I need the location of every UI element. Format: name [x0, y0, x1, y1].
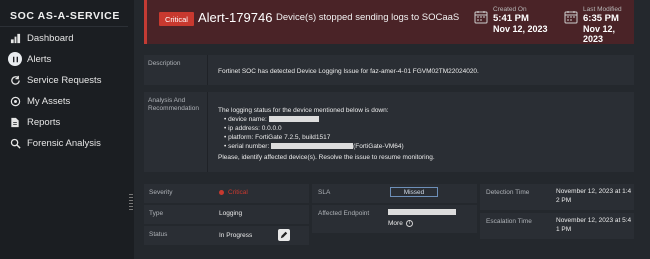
sidebar: SOC AS-A-SERVICE Dashboard Alerts Servic…: [0, 0, 128, 259]
created-on: Created On 5:41 PM Nov 12, 2023: [474, 6, 548, 38]
alert-id: Alert-179746: [198, 10, 273, 25]
modified-time: 6:35 PM: [583, 13, 619, 24]
info-icon: i: [405, 219, 413, 227]
document-icon: [8, 115, 22, 129]
sidebar-item-forensic-analysis[interactable]: Forensic Analysis: [0, 133, 128, 153]
sidebar-item-reports[interactable]: Reports: [0, 112, 128, 132]
device-info-list: device name: ip address: 0.0.0.0 platfor…: [224, 115, 435, 151]
status-label: Status: [149, 231, 168, 238]
escalation-time-label: Escalation Time: [486, 218, 532, 225]
sidebar-item-my-assets[interactable]: My Assets: [0, 91, 128, 111]
sidebar-item-alerts[interactable]: Alerts: [0, 49, 128, 69]
modified-date: Nov 12, 2023: [583, 24, 616, 44]
pencil-icon: [280, 231, 288, 239]
list-item: serial number: (FortiGate-VM64): [224, 142, 435, 151]
list-item: platform: FortiGate 7.2.5, build1517: [224, 133, 435, 142]
sidebar-item-service-requests[interactable]: Service Requests: [0, 70, 128, 90]
sla-label: SLA: [318, 189, 331, 196]
calendar-icon: [474, 10, 488, 24]
calendar-icon: [564, 10, 578, 24]
sidebar-item-label: Forensic Analysis: [27, 137, 101, 149]
type-label: Type: [149, 210, 164, 217]
brand-divider: [0, 26, 128, 27]
description-section: Description Fortinet SOC has detected De…: [144, 55, 634, 85]
list-item: ip address: 0.0.0.0: [224, 124, 435, 133]
edit-status-button[interactable]: [278, 229, 290, 241]
sidebar-item-dashboard[interactable]: Dashboard: [0, 28, 128, 48]
sla-status-badge: Missed: [390, 187, 438, 197]
more-link[interactable]: More i: [388, 219, 413, 228]
alert-title: Device(s) stopped sending logs to SOCaaS: [276, 12, 460, 23]
alert-header: Critical Alert-179746 Device(s) stopped …: [144, 0, 634, 44]
status-value: In Progress: [219, 232, 253, 239]
severity-badge: Critical: [159, 12, 194, 26]
type-value: Logging: [219, 210, 243, 217]
created-date: Nov 12, 2023: [493, 24, 548, 34]
escalation-time-value: November 12, 2023 at 5:4 1 PM: [556, 217, 632, 233]
magnifier-icon: [8, 136, 22, 150]
analysis-label: Analysis And Recommendation: [144, 92, 208, 172]
description-label: Description: [144, 55, 208, 85]
detection-time-label: Detection Time: [486, 189, 530, 196]
affected-endpoint-value: [388, 208, 456, 217]
sidebar-item-label: Dashboard: [27, 32, 74, 44]
sidebar-item-label: My Assets: [27, 95, 71, 107]
target-icon: [8, 94, 22, 108]
detection-time-value: November 12, 2023 at 1:4 2 PM: [556, 188, 632, 204]
redacted-value: [271, 143, 354, 150]
dashboard-icon: [8, 31, 22, 45]
analysis-intro: The logging status for the device mentio…: [218, 107, 389, 114]
alert-icon: [8, 52, 22, 66]
critical-dot-icon: [219, 189, 224, 195]
analysis-section: Analysis And Recommendation The logging …: [144, 92, 634, 172]
redacted-value: [268, 116, 319, 123]
analysis-footer: Please, identify affected device(s). Res…: [218, 154, 435, 161]
refresh-icon: [8, 73, 22, 87]
description-text: Fortinet SOC has detected Device Logging…: [218, 68, 479, 75]
affected-endpoint-label: Affected Endpoint: [318, 210, 370, 217]
sidebar-item-label: Reports: [27, 116, 61, 128]
analysis-body: The logging status for the device mentio…: [218, 106, 435, 162]
created-time: 5:41 PM: [493, 13, 529, 24]
brand-title: SOC AS-A-SERVICE: [10, 10, 120, 22]
severity-value: Critical: [219, 188, 248, 197]
alert-detail-panel: Critical Alert-179746 Device(s) stopped …: [134, 0, 650, 259]
sidebar-item-label: Alerts: [27, 53, 52, 65]
redacted-value: [388, 209, 456, 216]
severity-label: Severity: [149, 189, 173, 196]
panel-resize-handle[interactable]: [129, 194, 133, 210]
list-item: device name:: [224, 115, 435, 124]
last-modified: Last Modified 6:35 PM Nov 12, 2023: [564, 6, 634, 44]
sidebar-item-label: Service Requests: [27, 74, 102, 86]
